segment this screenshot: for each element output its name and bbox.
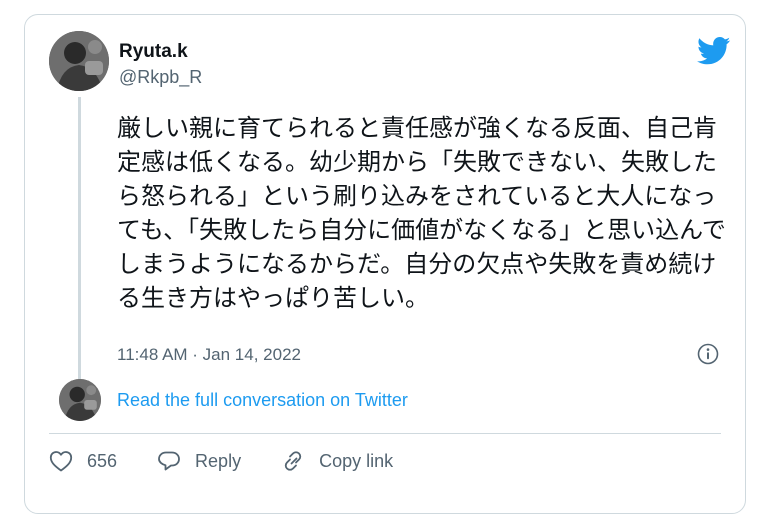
info-icon[interactable] <box>697 343 719 365</box>
user-handle[interactable]: @Rkpb_R <box>119 67 202 88</box>
reply-bubble-icon <box>158 451 180 471</box>
twitter-bird-icon[interactable] <box>697 37 731 65</box>
tweet-text: 厳しい親に育てられると責任感が強くなる反面、自己肯定感は低くなる。幼少期から「失… <box>117 114 726 312</box>
reply-avatar[interactable] <box>59 379 101 421</box>
thread-line <box>78 97 81 389</box>
reply-label: Reply <box>195 450 242 471</box>
divider <box>49 433 721 434</box>
user-display-name[interactable]: Ryuta.k <box>119 41 188 63</box>
like-button[interactable]: 656 <box>49 450 117 472</box>
avatar[interactable] <box>49 31 109 91</box>
avatar-image <box>49 31 109 91</box>
like-count: 656 <box>87 450 118 471</box>
tweet-timestamp[interactable]: 11:48 AM · Jan 14, 2022 <box>117 345 301 365</box>
heart-icon <box>49 451 73 472</box>
tweet-card: Ryuta.k @Rkpb_R 厳しい親に育てられると責任感が強くなる反面、自己… <box>24 14 746 514</box>
reply-button[interactable]: Reply <box>157 450 241 472</box>
read-conversation-link[interactable]: Read the full conversation on Twitter <box>117 390 408 411</box>
action-bar: 656 Reply Copy link <box>49 447 393 475</box>
avatar-image <box>59 379 101 421</box>
copy-link-button[interactable]: Copy link <box>281 450 393 472</box>
link-icon <box>284 451 302 471</box>
copy-link-label: Copy link <box>319 450 394 471</box>
